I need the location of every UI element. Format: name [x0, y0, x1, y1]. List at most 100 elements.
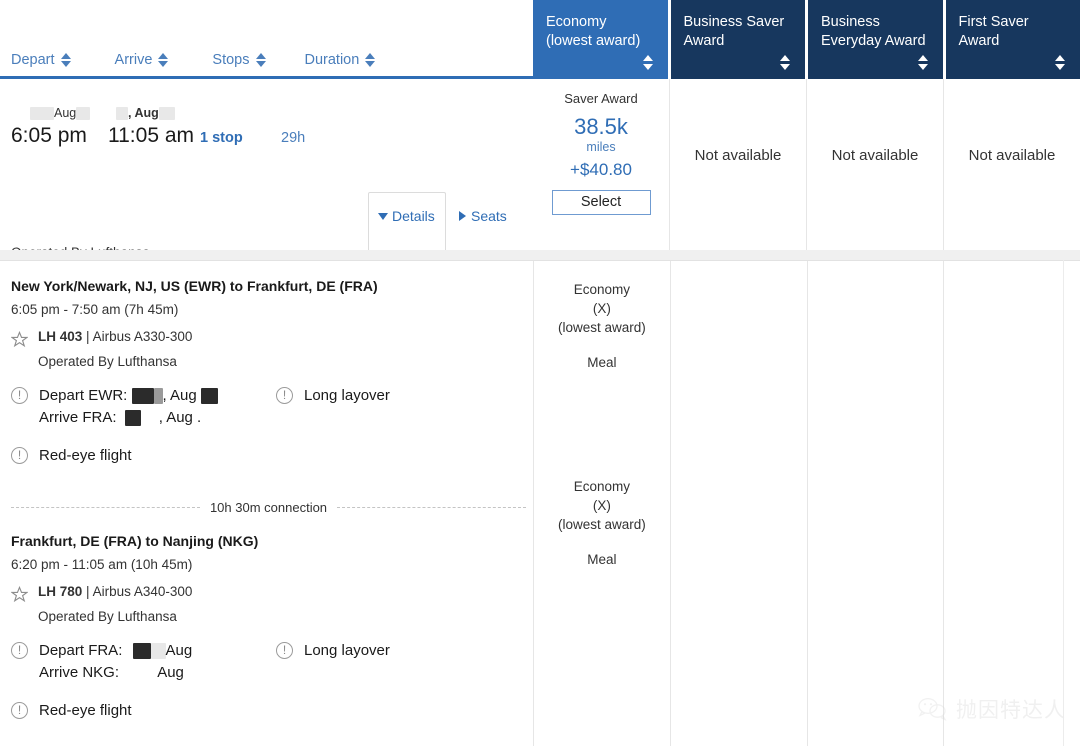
depart-time: 6:05 pm — [11, 124, 87, 147]
sort-arrows-icon[interactable] — [255, 53, 266, 67]
redeye-text: Red-eye flight — [39, 447, 132, 464]
arrive-time-block: , Aug 11:05 am — [108, 106, 194, 148]
arrive-label: Arrive NKG: — [39, 664, 120, 681]
select-button[interactable]: Select — [551, 190, 651, 215]
long-layover-note: Long layover — [276, 385, 390, 407]
long-layover-text: Long layover — [304, 642, 390, 659]
watermark: 抛因特达人 — [917, 694, 1066, 724]
arrive-label: Arrive FRA: — [39, 409, 117, 426]
segment-1: New York/Newark, NJ, US (EWR) to Frankfu… — [11, 278, 526, 467]
not-available-label: Not available — [831, 147, 919, 164]
segment-title: New York/Newark, NJ, US (EWR) to Frankfu… — [11, 278, 378, 294]
arrive-date: , Aug — [108, 106, 194, 123]
fare-cells-row: Saver Award 38.5k miles +$40.80 Select N… — [533, 79, 1080, 250]
info-icon — [11, 702, 28, 719]
seats-toggle[interactable]: Seats — [459, 208, 507, 224]
fare-cell-economy: Saver Award 38.5k miles +$40.80 Select — [533, 79, 669, 250]
fare-tab-label: Economy (lowest award) — [546, 14, 641, 49]
fare-tab-business-saver[interactable]: Business Saver Award — [670, 0, 805, 79]
chevron-right-icon — [459, 211, 466, 221]
sort-depart-label: Depart — [11, 52, 55, 68]
segment-aircraft: Airbus A340-300 — [92, 584, 193, 599]
stops-value[interactable]: 1 stop — [200, 130, 243, 146]
sort-arrive[interactable]: Arrive — [114, 52, 169, 68]
segment-operated-by: Operated By Lufthansa — [38, 354, 177, 369]
segment-separator: | — [86, 584, 90, 599]
details-label: Details — [392, 208, 435, 224]
depart-arrive-text: Depart EWR: , Aug Arrive FRA: , Aug . — [39, 385, 218, 429]
fare-tab-business-everyday[interactable]: Business Everyday Award — [808, 0, 943, 79]
sort-arrows-icon[interactable] — [365, 53, 376, 67]
details-col-first-saver — [943, 261, 1080, 746]
not-available-label: Not available — [694, 147, 782, 164]
depart-value: Aug — [165, 642, 193, 659]
segment-aircraft: Airbus A330-300 — [92, 329, 193, 344]
segment-redeye-note: Red-eye flight — [11, 700, 526, 722]
connection-duration: 10h 30m connection — [209, 500, 328, 515]
segment-depart-arrive-note: Depart FRA: Aug Arrive NKG: Aug Long lay… — [11, 640, 526, 684]
fare-tab-economy[interactable]: Economy (lowest award) — [533, 0, 668, 79]
sort-arrows-icon[interactable] — [158, 53, 169, 67]
segment-title: Frankfurt, DE (FRA) to Nanjing (NKG) — [11, 533, 259, 549]
fare-cell-first-saver: Not available — [943, 79, 1080, 250]
details-fare-columns: Economy (X) (lowest award) Meal Economy … — [533, 261, 1080, 746]
long-layover-note: Long layover — [276, 640, 390, 662]
connection-divider: 10h 30m connection — [11, 500, 526, 515]
info-icon — [11, 447, 28, 464]
award-miles: 38.5k — [574, 114, 628, 139]
depart-arrive-text: Depart FRA: Aug Arrive NKG: Aug — [39, 640, 192, 684]
sort-bar: Depart Arrive Stops Duration — [0, 46, 533, 79]
sort-duration[interactable]: Duration — [304, 52, 376, 68]
depart-label: Depart FRA: — [39, 642, 123, 659]
fare-tab-label: Business Everyday Award — [821, 14, 926, 49]
arrive-time: 11:05 am — [108, 124, 194, 147]
details-toggle[interactable]: Details — [378, 208, 435, 224]
depart-time-block: Aug 6:05 pm — [11, 106, 91, 148]
info-icon — [276, 387, 293, 404]
long-layover-text: Long layover — [304, 387, 390, 404]
segment-meal-2: Meal — [587, 552, 617, 567]
depart-date: Aug — [11, 106, 91, 123]
segment-cabin-2: Economy (X) (lowest award) — [557, 479, 646, 532]
segment-times: 6:05 pm - 7:50 am (7h 45m) — [11, 302, 179, 317]
flight-details-expanded: Economy (X) (lowest award) Meal Economy … — [0, 260, 1080, 746]
star-alliance-icon — [11, 331, 28, 348]
arrive-value: Aug — [157, 664, 184, 681]
sort-arrows-icon[interactable] — [60, 53, 71, 67]
depart-label: Depart EWR: — [39, 387, 128, 404]
fare-tab-label: First Saver Award — [958, 14, 1029, 49]
redeye-text: Red-eye flight — [39, 702, 132, 719]
not-available-label: Not available — [968, 147, 1056, 164]
watermark-text: 抛因特达人 — [956, 699, 1066, 722]
segment-operated-by: Operated By Lufthansa — [38, 609, 177, 624]
sort-arrive-label: Arrive — [114, 52, 153, 68]
fare-cell-business-saver: Not available — [669, 79, 806, 250]
sort-stops[interactable]: Stops — [212, 52, 266, 68]
wechat-icon — [918, 698, 947, 722]
sort-stops-label: Stops — [212, 52, 250, 68]
info-icon — [11, 387, 28, 404]
segment-2: Frankfurt, DE (FRA) to Nanjing (NKG) 6:2… — [11, 533, 526, 722]
segment-redeye-note: Red-eye flight — [11, 445, 526, 467]
sort-arrows-icon[interactable] — [1055, 55, 1065, 70]
fare-column-header: Economy (lowest award) Business Saver Aw… — [533, 0, 1080, 79]
sort-duration-label: Duration — [304, 52, 360, 68]
sort-arrows-icon[interactable] — [642, 55, 653, 70]
details-col-economy: Economy (X) (lowest award) Meal Economy … — [533, 261, 670, 746]
sort-arrows-icon[interactable] — [917, 55, 928, 70]
segment-depart-arrive-note: Depart EWR: , Aug Arrive FRA: , Aug . Lo… — [11, 385, 526, 429]
sort-arrows-icon[interactable] — [780, 55, 790, 70]
segment-times: 6:20 pm - 11:05 am (10h 45m) — [11, 557, 193, 572]
sort-depart[interactable]: Depart — [11, 52, 71, 68]
flight-summary-left: Aug 6:05 pm , Aug 11:05 am 1 stop 29h — [11, 106, 371, 152]
details-col-business-saver — [669, 261, 807, 746]
fare-cell-business-everyday: Not available — [806, 79, 943, 250]
award-type-label: Saver Award — [564, 91, 638, 106]
segment-flight-number: LH 780 — [38, 584, 83, 599]
segment-flight-number: LH 403 — [38, 329, 83, 344]
segment-meal-1: Meal — [587, 355, 617, 370]
divider-line-left — [11, 507, 200, 508]
segment-flight-text: LH 780 | Airbus A340-300 — [38, 584, 192, 599]
award-cash: +$40.80 — [570, 160, 632, 179]
fare-tab-first-saver[interactable]: First Saver Award — [945, 0, 1080, 79]
